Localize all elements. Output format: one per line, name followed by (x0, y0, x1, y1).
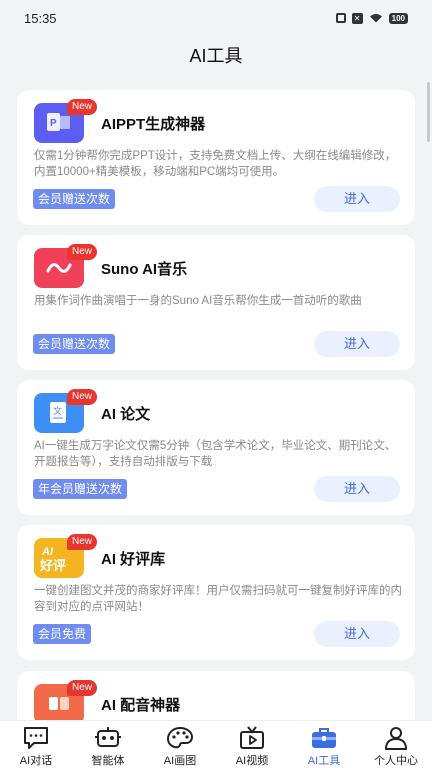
card-title: AI 论文 (101, 406, 151, 423)
tab-ai-tools[interactable]: AI工具 (288, 721, 360, 768)
toolbox-icon (312, 728, 336, 748)
tab-label: AI画图 (163, 755, 197, 767)
enter-button[interactable]: 进入 (314, 621, 400, 647)
member-tag: 会员免费 (33, 624, 92, 644)
member-tag: 会员赠送次数 (33, 334, 116, 354)
status-time: 15:35 (24, 10, 57, 26)
card-description: 仅需1分钟帮你完成PPT设计，支持免费文档上传、大纲在线编辑修改，内置10000… (34, 150, 397, 178)
app-notification-icon: ✕ (351, 12, 363, 24)
tool-card-aippt[interactable]: P New AIPPT生成神器 仅需1分钟帮你完成PPT设计，支持免费文档上传、… (17, 90, 415, 225)
tab-ai-chat[interactable]: AI对话 (0, 721, 72, 768)
tab-ai-video[interactable]: AI视频 (216, 721, 288, 768)
new-badge: New (67, 99, 98, 115)
new-badge: New (67, 389, 98, 405)
member-tag: 会员赠送次数 (33, 189, 116, 209)
tab-label: AI工具 (307, 755, 341, 767)
page-title: AI工具 (189, 46, 243, 66)
enter-button[interactable]: 进入 (314, 476, 400, 502)
new-badge: New (67, 244, 98, 260)
enter-button[interactable]: 进入 (314, 186, 400, 212)
card-description: AI一键生成万字论文仅需5分钟（包含学术论文，毕业论文、期刊论文、开题报告等），… (34, 440, 397, 468)
enter-button[interactable]: 进入 (314, 331, 400, 357)
tab-label: AI视频 (235, 755, 269, 767)
svg-text:好评: 好评 (39, 558, 66, 574)
tool-card-ai-dubbing[interactable]: New AI 配音神器 (17, 671, 415, 720)
tab-label: AI对话 (19, 755, 53, 767)
status-bar: 15:35 ✕ 100 (0, 0, 432, 36)
tab-label: 个人中心 (374, 755, 418, 767)
tv-icon (240, 726, 264, 749)
tab-ai-drawing[interactable]: AI画图 (144, 721, 216, 768)
tab-profile[interactable]: 个人中心 (360, 721, 432, 768)
chat-icon (24, 727, 48, 749)
tool-list[interactable]: P New AIPPT生成神器 仅需1分钟帮你完成PPT设计，支持免费文档上传、… (0, 90, 432, 720)
status-icons: ✕ 100 (335, 12, 408, 24)
robot-icon (95, 727, 121, 747)
svg-text:AI: AI (41, 546, 54, 558)
battery-icon: 100 (388, 12, 408, 24)
card-description: 一键创建图文并茂的商家好评库！用户仅需扫码就可一键复制好评库的内容到对应的点评网… (34, 585, 402, 613)
vibrate-icon (335, 13, 346, 23)
card-description: 用集作词作曲演唱于一身的Suno AI音乐帮你生成一首动听的歌曲 (34, 295, 362, 307)
palette-icon (166, 726, 194, 749)
card-title: AI 配音神器 (101, 697, 181, 714)
new-badge: New (67, 534, 98, 550)
tool-card-review-library[interactable]: AI 好评 New AI 好评库 一键创建图文并茂的商家好评库！用户仅需扫码就可一… (17, 525, 415, 660)
wifi-icon (369, 14, 382, 23)
tab-label: 智能体 (91, 755, 125, 767)
person-icon (385, 727, 407, 750)
new-badge: New (67, 680, 98, 696)
svg-text:P: P (50, 118, 57, 129)
bottom-tabbar: AI对话 智能体 AI画图 AI视频 AI工具 个人中心 (0, 720, 432, 768)
card-title: Suno AI音乐 (101, 261, 188, 278)
member-tag: 年会员赠送次数 (33, 479, 128, 499)
tool-card-ai-paper[interactable]: 文 New AI 论文 AI一键生成万字论文仅需5分钟（包含学术论文，毕业论文、… (17, 380, 415, 515)
svg-text:文: 文 (53, 405, 62, 417)
card-title: AI 好评库 (101, 551, 166, 568)
tool-card-suno-music[interactable]: New Suno AI音乐 用集作词作曲演唱于一身的Suno AI音乐帮你生成一… (17, 235, 415, 370)
card-title: AIPPT生成神器 (101, 116, 206, 133)
tab-agent[interactable]: 智能体 (72, 721, 144, 768)
